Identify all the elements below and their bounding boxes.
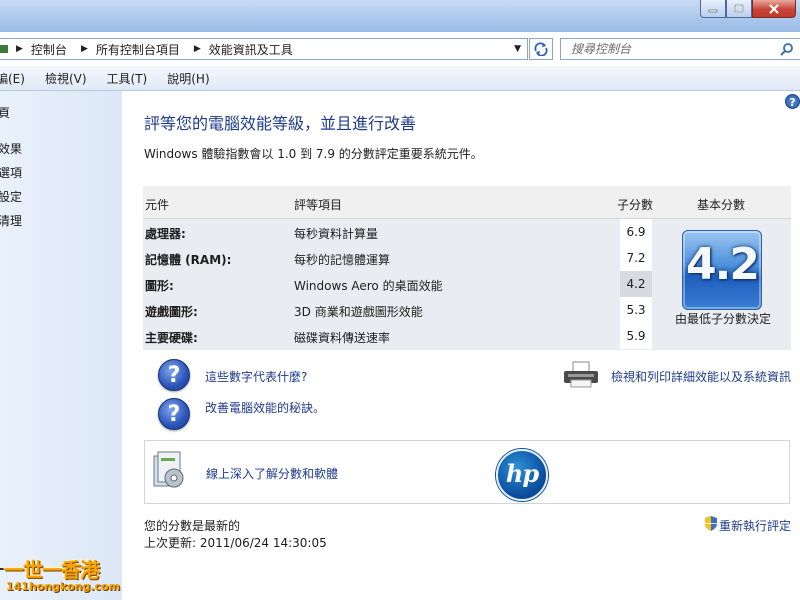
- component-name: 圖形:: [145, 279, 174, 293]
- search-icon[interactable]: [780, 42, 794, 56]
- menu-bar: 編(E) 檢視(V) 工具(T) 說明(H): [0, 66, 800, 91]
- header-subscore: 子分數: [617, 198, 654, 212]
- printer-icon[interactable]: [562, 360, 602, 390]
- header-item: 評等項目: [294, 198, 343, 212]
- component-desc: Windows Aero 的桌面效能: [294, 279, 443, 293]
- watermark: 一世一香港 141hongkong.com: [0, 554, 130, 600]
- sidebar-item-home[interactable]: 頁: [0, 104, 10, 121]
- page-title: 評等您的電腦效能等級，並且進行改善: [144, 114, 417, 133]
- search-box: [560, 38, 800, 60]
- menu-help[interactable]: 說明(H): [167, 70, 209, 87]
- shield-icon: [705, 516, 717, 531]
- learn-more-software-link[interactable]: 線上深入了解分數和軟體: [206, 465, 338, 482]
- refresh-button[interactable]: [529, 38, 553, 60]
- question-icon[interactable]: ?: [158, 359, 190, 391]
- sidebar-item-options[interactable]: 選項: [0, 164, 22, 181]
- table-header: 元件 評等項目 子分數 基本分數: [143, 186, 791, 219]
- watermark-url: 141hongkong.com: [6, 580, 121, 593]
- minimize-icon: [708, 9, 718, 12]
- help-icon[interactable]: ?: [785, 94, 800, 109]
- sidebar-item-cleanup[interactable]: 清理: [0, 212, 22, 229]
- subscore-value: 4.2: [626, 277, 646, 291]
- question-icon[interactable]: ?: [158, 398, 190, 430]
- component-name: 主要硬碟:: [145, 331, 198, 345]
- breadcrumb-control-panel[interactable]: ▶ 控制台: [10, 41, 67, 58]
- base-score-value: 4.2: [686, 239, 760, 290]
- component-name: 遊戲圖形:: [145, 305, 198, 319]
- component-desc: 每秒的記憶體運算: [294, 253, 391, 267]
- component-name: 處理器:: [145, 227, 186, 241]
- table-row: 圖形: Windows Aero 的桌面效能 4.2: [143, 271, 646, 297]
- menu-edit[interactable]: 編(E): [0, 70, 25, 87]
- menu-view[interactable]: 檢視(V): [45, 70, 87, 87]
- search-input[interactable]: [569, 41, 773, 57]
- breadcrumb-label: 所有控制台項目: [95, 42, 180, 57]
- hp-logo[interactable]: hp: [496, 449, 548, 501]
- last-update: 上次更新: 2011/06/24 14:30:05: [144, 536, 327, 550]
- print-details-link[interactable]: 檢視和列印詳細效能以及系統資訊: [611, 368, 791, 385]
- breadcrumb-label: 效能資訊及工具: [208, 42, 293, 57]
- close-icon: [769, 3, 779, 14]
- component-desc: 每秒資料計算量: [294, 227, 379, 241]
- minimize-button[interactable]: [700, 0, 726, 18]
- intro-text: Windows 體驗指數會以 1.0 到 7.9 的分數評定重要系統元件。: [144, 147, 483, 161]
- score-status: 您的分數是最新的: [144, 519, 241, 533]
- what-scores-mean-link[interactable]: 這些數字代表什麼?: [205, 368, 307, 385]
- breadcrumb-performance[interactable]: ▶ 效能資訊及工具: [188, 41, 293, 58]
- score-table: 元件 評等項目 子分數 基本分數 處理器: 每秒資料計算量 6.9 記憶體 (R…: [143, 186, 791, 350]
- hp-logo-text: hp: [505, 459, 539, 488]
- sidebar-item-visual-effects[interactable]: 效果: [0, 140, 22, 157]
- subscore-value: 6.9: [626, 225, 646, 239]
- watermark-title: 一世一香港: [4, 558, 100, 582]
- maximize-button[interactable]: [726, 0, 752, 18]
- component-desc: 3D 商業和遊戲圖形效能: [294, 305, 423, 319]
- address-bar[interactable]: ▶ 控制台 ▶ 所有控制台項目 ▶ 效能資訊及工具 ▼: [0, 38, 528, 60]
- header-basescore: 基本分數: [697, 198, 746, 212]
- software-box-icon: [153, 451, 184, 488]
- control-panel-icon: [0, 45, 8, 53]
- base-score-tile: 4.2: [682, 230, 762, 310]
- table-row: 處理器: 每秒資料計算量 6.9: [143, 219, 646, 245]
- performance-tips-link[interactable]: 改善電腦效能的秘訣。: [205, 399, 325, 416]
- left-pane: 頁 效果 選項 設定 清理: [0, 91, 122, 600]
- breadcrumb-all-items[interactable]: ▶ 所有控制台項目: [75, 41, 180, 58]
- address-dropdown-icon[interactable]: ▼: [514, 44, 521, 54]
- table-row: 主要硬碟: 磁碟資料傳送速率 5.9: [143, 323, 646, 349]
- subscore-value: 5.9: [626, 329, 646, 343]
- base-score-caption: 由最低子分數決定: [675, 312, 772, 326]
- subscore-value: 7.2: [626, 251, 646, 265]
- window-controls: [700, 0, 796, 18]
- table-body: 處理器: 每秒資料計算量 6.9 記憶體 (RAM): 每秒的記憶體運算 7.2…: [143, 219, 646, 349]
- table-row: 記憶體 (RAM): 每秒的記憶體運算 7.2: [143, 245, 646, 271]
- subscore-value: 5.3: [626, 303, 646, 317]
- table-row: 遊戲圖形: 3D 商業和遊戲圖形效能 5.3: [143, 297, 646, 323]
- rerun-assessment-link[interactable]: 重新執行評定: [719, 517, 791, 534]
- component-name: 記憶體 (RAM):: [145, 253, 232, 267]
- address-row: ▶ 控制台 ▶ 所有控制台項目 ▶ 效能資訊及工具 ▼: [0, 34, 800, 64]
- component-desc: 磁碟資料傳送速率: [294, 331, 391, 345]
- refresh-icon: [534, 42, 548, 56]
- breadcrumb-arrow-icon: ▶: [16, 44, 23, 54]
- menu-tools[interactable]: 工具(T): [107, 70, 148, 87]
- sidebar-item-settings[interactable]: 設定: [0, 188, 22, 205]
- close-button[interactable]: [752, 0, 796, 18]
- maximize-icon: [734, 3, 744, 13]
- breadcrumb-arrow-icon: ▶: [193, 44, 201, 54]
- breadcrumb-arrow-icon: ▶: [80, 44, 88, 54]
- breadcrumb-label: 控制台: [30, 42, 67, 57]
- title-bar: [0, 0, 800, 32]
- header-component: 元件: [145, 198, 170, 212]
